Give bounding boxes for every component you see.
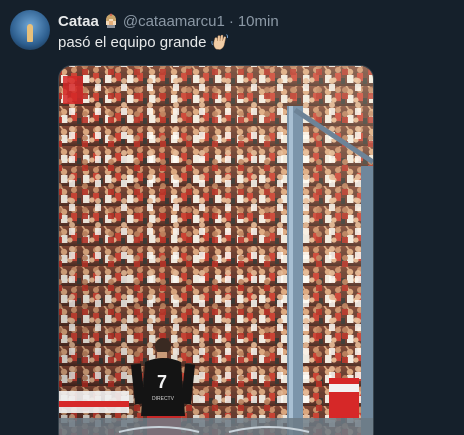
timestamp[interactable]: 10min (238, 13, 279, 30)
tweet[interactable]: Cataa @cataamarcu1 · 10min pasó el equip… (0, 0, 464, 435)
flag-left (63, 76, 83, 104)
ad-board (59, 418, 373, 435)
player-number: 7 (157, 372, 167, 392)
waving-hand-emoji-icon (211, 34, 229, 50)
tweet-media-photo[interactable]: 7 DIRECTV (58, 65, 374, 435)
helmet-emoji-icon (104, 13, 118, 29)
tweet-header: Cataa @cataamarcu1 · 10min (58, 11, 279, 31)
player-shirt-sponsor: DIRECTV (152, 396, 175, 402)
tweet-text-content: pasó el equipo grande (58, 33, 207, 51)
tweet-text: pasó el equipo grande (58, 33, 229, 51)
user-handle[interactable]: @cataamarcu1 (123, 13, 225, 30)
display-name[interactable]: Cataa (58, 13, 99, 30)
separator-dot: · (228, 12, 234, 30)
avatar[interactable] (10, 10, 50, 50)
crowd-photo: 7 DIRECTV (59, 66, 373, 435)
avatar-figure-icon (27, 24, 33, 42)
